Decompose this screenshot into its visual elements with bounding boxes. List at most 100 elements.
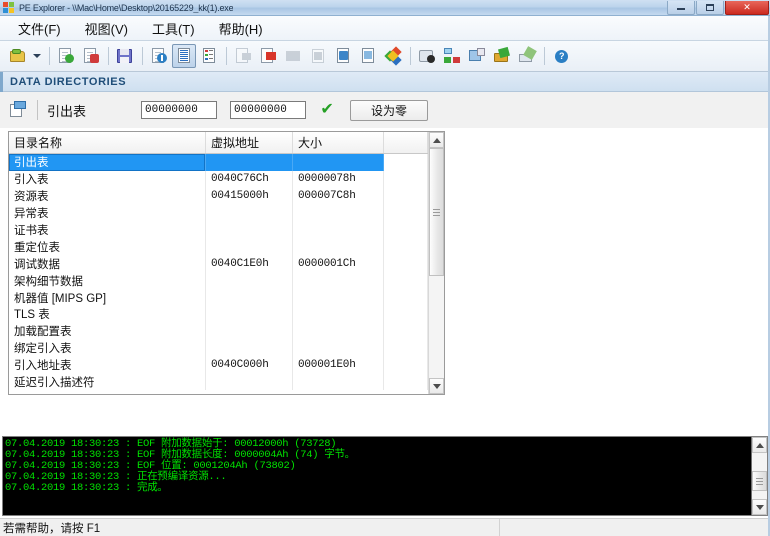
menu-view[interactable]: 视图(V) (73, 16, 140, 41)
cell-directory-name: 延迟引入描述符 (9, 373, 206, 391)
list-header-row: 目录名称 虚拟地址 大小 (9, 132, 428, 154)
delay-import-icon[interactable] (306, 44, 330, 68)
open-file-icon[interactable] (6, 44, 30, 68)
cell-virtual-address (206, 339, 293, 357)
log-line: 07.04.2019 18:30:23 : 完成。 (5, 482, 168, 494)
console-scroll-up-button[interactable] (752, 437, 767, 453)
console-scroll-thumb[interactable] (752, 471, 767, 491)
cell-virtual-address (206, 289, 293, 307)
cell-extra (384, 339, 428, 357)
table-row[interactable]: 引入表 0040C76Ch 00000078h (9, 170, 428, 188)
data-directories-icon[interactable] (172, 44, 196, 68)
table-row[interactable]: 架构细节数据 (9, 272, 428, 290)
table-row[interactable]: 重定位表 (9, 238, 428, 256)
directory-editor-row: 引出表 00000000 00000000 ✔ 设为零 (0, 92, 770, 128)
menu-tools[interactable]: 工具(T) (140, 16, 207, 41)
cell-size: 000007C8h (293, 187, 384, 205)
column-header-extra[interactable] (384, 132, 428, 153)
table-row[interactable]: 引入地址表 0040C000h 000001E0h (9, 356, 428, 374)
table-row[interactable]: 调试数据 0040C1E0h 0000001Ch (9, 255, 428, 273)
status-bar: 若需帮助，请按 F1 (0, 518, 770, 536)
cell-directory-name: 证书表 (9, 221, 206, 239)
export-icon[interactable] (231, 44, 255, 68)
table-row[interactable]: 绑定引入表 (9, 339, 428, 357)
refresh-icon[interactable] (54, 44, 78, 68)
console-scroll-grip-icon (756, 477, 763, 485)
pe-explorer-icon (3, 1, 15, 14)
color-wheel-icon[interactable] (381, 44, 405, 68)
toolbar-separator (49, 47, 50, 65)
table-row[interactable]: 引出表 (9, 154, 428, 171)
table-row[interactable]: 加载配置表 (9, 322, 428, 340)
maximize-button[interactable] (696, 0, 724, 15)
resources-icon[interactable] (281, 44, 305, 68)
cell-size (293, 289, 384, 307)
section-headers-icon[interactable] (197, 44, 221, 68)
cell-virtual-address (206, 204, 293, 222)
set-to-zero-button[interactable]: 设为零 (350, 99, 429, 121)
pe-explorer-window: PE Explorer - \\Mac\Home\Desktop\2016522… (0, 0, 770, 536)
table-row[interactable]: 延迟引入描述符 (9, 373, 428, 391)
toolbar: ? (0, 41, 770, 72)
cell-size (293, 272, 384, 290)
cell-extra (384, 272, 428, 290)
cell-directory-name: 重定位表 (9, 238, 206, 256)
cell-virtual-address (206, 154, 293, 171)
toolbar-separator (226, 47, 227, 65)
disassembler-icon[interactable] (415, 44, 439, 68)
scroll-down-button[interactable] (429, 378, 444, 394)
cell-size (293, 154, 384, 171)
log-console-text[interactable]: 07.04.2019 18:30:23 : EOF 附加数据始于: 000120… (3, 437, 751, 515)
green-check-icon: ✔ (320, 101, 334, 118)
cell-virtual-address: 0040C000h (206, 356, 293, 374)
section-title: DATA DIRECTORIES (10, 75, 127, 88)
virtual-address-input[interactable]: 00000000 (141, 101, 218, 119)
cell-extra (384, 306, 428, 323)
column-header-size[interactable]: 大小 (293, 132, 384, 153)
close-file-icon[interactable] (79, 44, 103, 68)
directory-goto-icon[interactable] (8, 100, 28, 120)
table-row[interactable]: 异常表 (9, 204, 428, 222)
cell-directory-name: 异常表 (9, 204, 206, 222)
cell-extra (384, 322, 428, 340)
menu-bar: 文件(F) 视图(V) 工具(T) 帮助(H) (0, 16, 770, 41)
column-header-virtual-address[interactable]: 虚拟地址 (206, 132, 293, 153)
size-input[interactable]: 00000000 (230, 101, 307, 119)
table-row[interactable]: 资源表 00415000h 000007C8h (9, 187, 428, 205)
table-row[interactable]: 机器值 [MIPS GP] (9, 289, 428, 307)
cell-extra (384, 154, 428, 171)
table-row[interactable]: TLS 表 (9, 306, 428, 323)
table-row[interactable]: 证书表 (9, 221, 428, 239)
cell-virtual-address: 0040C1E0h (206, 255, 293, 273)
column-header-name[interactable]: 目录名称 (9, 132, 206, 153)
help-icon[interactable]: ? (549, 44, 573, 68)
console-vertical-scrollbar[interactable] (751, 437, 767, 515)
import-icon[interactable] (256, 44, 280, 68)
section-accent-bar (0, 71, 3, 92)
resource-editor-icon[interactable] (465, 44, 489, 68)
selected-directory-label: 引出表 (47, 103, 87, 119)
cell-size (293, 339, 384, 357)
menu-file[interactable]: 文件(F) (6, 16, 73, 41)
minimize-button[interactable] (667, 0, 695, 15)
menu-help[interactable]: 帮助(H) (207, 16, 275, 41)
dependency-scanner-icon[interactable] (440, 44, 464, 68)
scroll-track[interactable] (429, 148, 444, 378)
signature-scanner-icon[interactable] (490, 44, 514, 68)
header-info-icon[interactable] (147, 44, 171, 68)
open-dropdown-arrow[interactable] (31, 44, 43, 68)
console-scroll-track[interactable] (752, 453, 767, 499)
scroll-thumb[interactable] (429, 148, 444, 276)
scroll-up-button[interactable] (429, 132, 444, 148)
close-icon: ✕ (743, 1, 751, 12)
console-scroll-down-button[interactable] (752, 499, 767, 515)
quick-view-icon[interactable] (356, 44, 380, 68)
relocations-icon[interactable] (331, 44, 355, 68)
cell-size: 000001E0h (293, 356, 384, 374)
cell-size (293, 373, 384, 391)
save-icon[interactable] (113, 44, 137, 68)
cell-size (293, 221, 384, 239)
close-button[interactable]: ✕ (725, 0, 769, 15)
list-vertical-scrollbar[interactable] (428, 132, 444, 394)
upx-unpacker-icon[interactable] (515, 44, 539, 68)
